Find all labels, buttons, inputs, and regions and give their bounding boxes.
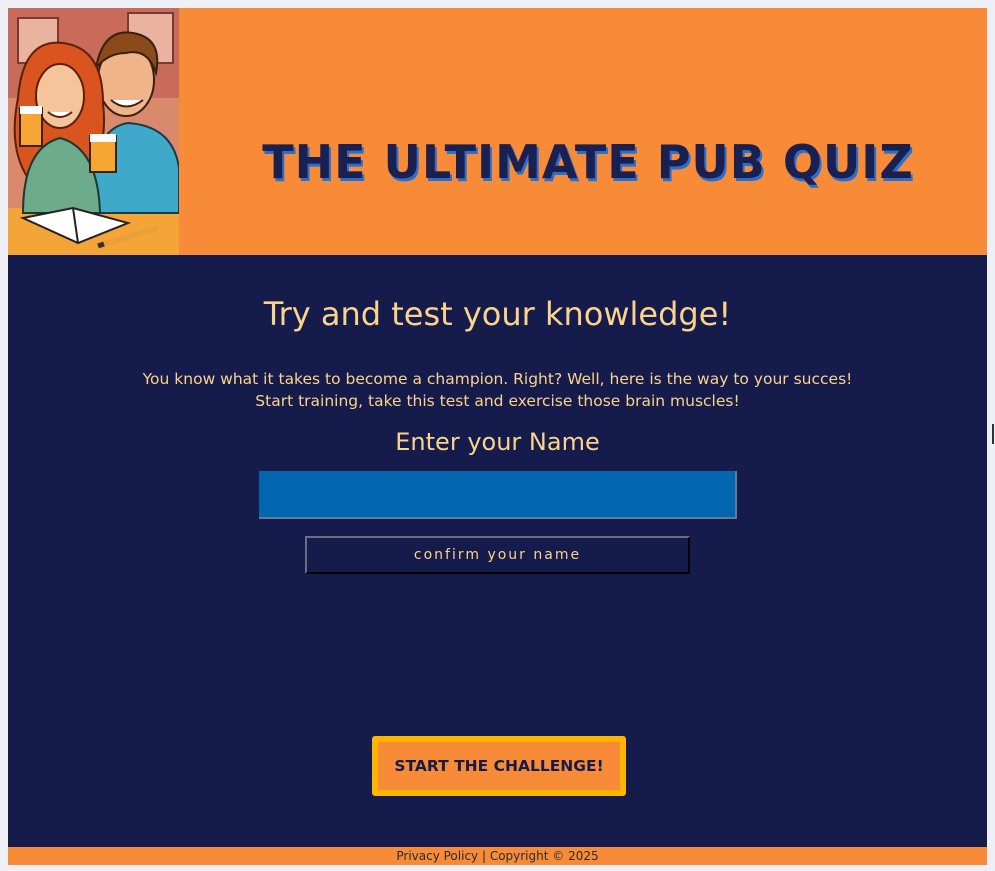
site-title: THE ULTIMATE PUB QUIZ <box>262 135 914 190</box>
pub-couple-illustration-icon <box>8 8 179 255</box>
copyright-text: Copyright © 2025 <box>489 849 599 863</box>
intro-line-1: You know what it takes to become a champ… <box>142 370 853 388</box>
main-content: Try and test your knowledge! You know wh… <box>8 255 987 847</box>
intro-line-2: Start training, take this test and exerc… <box>255 392 740 410</box>
name-input[interactable] <box>259 471 737 519</box>
confirm-name-button[interactable]: confirm your name <box>305 536 690 574</box>
start-challenge-button[interactable]: START THE CHALLENGE! <box>372 736 626 796</box>
site-footer: Privacy Policy | Copyright © 2025 <box>8 847 987 865</box>
site-header: THE ULTIMATE PUB QUIZ <box>8 8 987 255</box>
page-heading: Try and test your knowledge! <box>263 295 732 333</box>
footer-separator: | <box>478 849 490 863</box>
scrollbar-edge <box>992 424 994 444</box>
name-label: Enter your Name <box>395 428 600 456</box>
intro-text: You know what it takes to become a champ… <box>8 368 987 412</box>
privacy-policy-link[interactable]: Privacy Policy <box>396 849 478 863</box>
page-frame: THE ULTIMATE PUB QUIZ Try and test your … <box>8 8 987 865</box>
